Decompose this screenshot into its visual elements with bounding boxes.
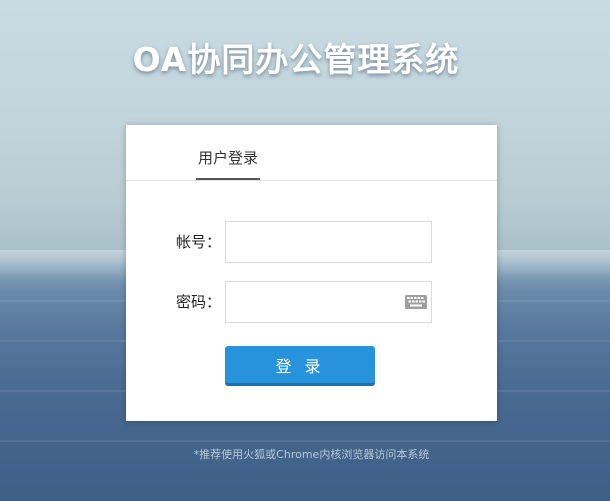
page-title-text: OA协同办公管理系统 (132, 40, 460, 79)
account-field-box (225, 221, 432, 263)
sea-wave (0, 440, 610, 442)
keyboard-icon[interactable] (405, 295, 427, 309)
account-input[interactable] (234, 223, 404, 261)
browser-hint: *推荐使用火狐或Chrome内核浏览器访问本系统 (193, 448, 430, 461)
password-field-box (225, 281, 432, 323)
active-tab-indicator (196, 178, 260, 180)
page-title: OA协同办公管理系统 (0, 33, 610, 81)
login-panel: 用户登录 帐号： 密码： 登 录 (126, 125, 497, 421)
login-page: OA协同办公管理系统 用户登录 帐号： 密码： 登 录 *推荐使用火狐或Chro… (0, 0, 610, 501)
login-button[interactable]: 登 录 (225, 346, 375, 386)
login-tabbar: 用户登录 (126, 125, 497, 181)
password-input[interactable] (234, 283, 404, 321)
password-label: 密码： (175, 293, 221, 311)
password-row: 密码： (126, 281, 497, 323)
tab-user-login[interactable]: 用户登录 (196, 125, 260, 180)
account-label: 帐号： (175, 233, 221, 251)
account-row: 帐号： (126, 221, 497, 263)
